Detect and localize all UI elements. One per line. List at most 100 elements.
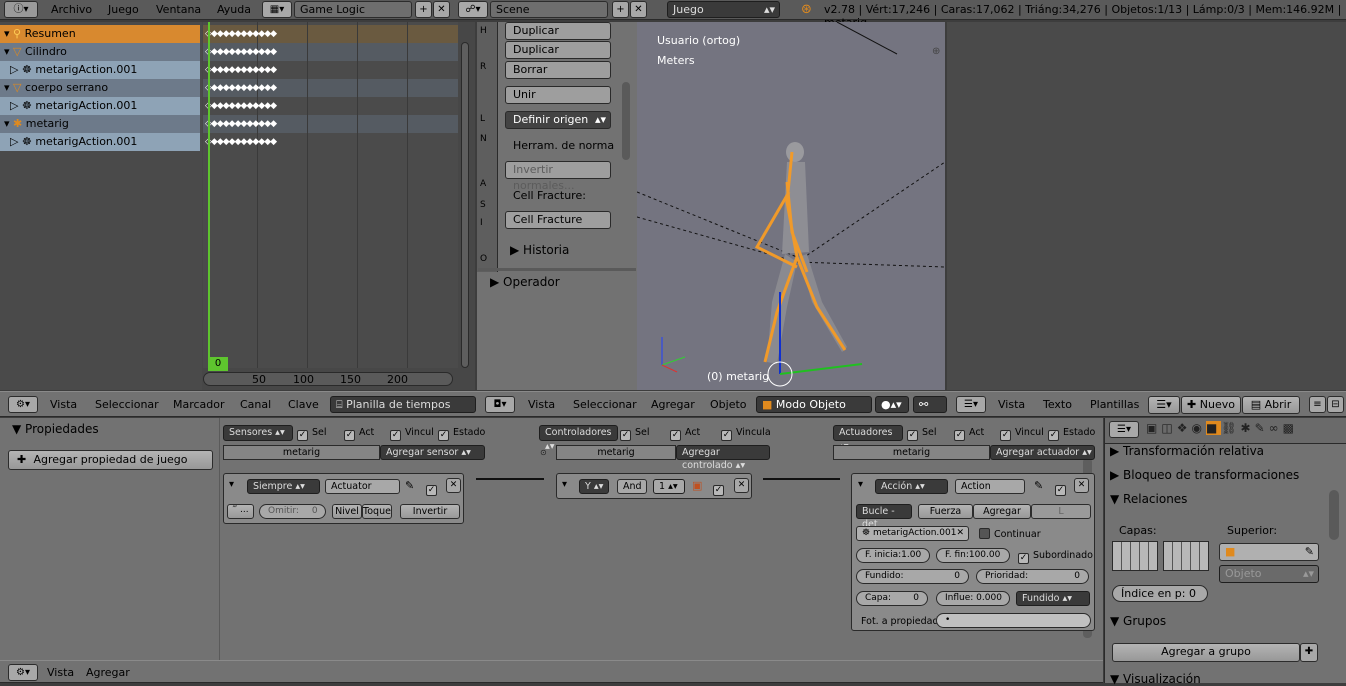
keyframes-row[interactable]: ◇◆◆◆◆◆◆◆◆◆◆◆	[205, 97, 277, 115]
scene-icon[interactable]: ❖	[1177, 421, 1192, 435]
action-field[interactable]: ☸ metarigAction.001 ✕	[856, 526, 969, 541]
menu-ventana[interactable]: Ventana	[156, 3, 201, 16]
sensors-menu[interactable]: Sensores ▴▾	[223, 425, 293, 441]
tool-scrollbar[interactable]	[622, 82, 630, 160]
properties-scrollbar[interactable]	[1329, 490, 1339, 540]
tab-o[interactable]: O	[480, 254, 487, 264]
sensors-vincul-check[interactable]: ✓ Vincul	[390, 427, 434, 441]
keyframes-row[interactable]: ◇◆◆◆◆◆◆◆◆◆◆◆	[205, 115, 277, 133]
menu-agregar[interactable]: Agregar	[651, 398, 695, 411]
menu-agregar[interactable]: Agregar	[86, 666, 130, 679]
add-screen-icon[interactable]: +	[415, 1, 432, 18]
channel-row-coerpo[interactable]: ▾ ▽ coerpo serrano	[0, 79, 200, 97]
end-frame-field[interactable]: F. fin:100.00	[936, 548, 1010, 563]
actuator-active-check[interactable]: ✓	[1055, 480, 1070, 496]
collapse-icon[interactable]: ▾	[858, 479, 863, 490]
new-text-button[interactable]: ✚ Nuevo	[1181, 396, 1241, 414]
add-group-icon[interactable]: ✚	[1300, 643, 1318, 662]
actuator-object-field[interactable]: metarig	[833, 445, 990, 460]
collapse-icon[interactable]: ▾	[562, 479, 567, 490]
channel-row-action[interactable]: ▷ ☸ metarigAction.001	[0, 133, 200, 151]
editor-type-icon[interactable]: ☰▾	[1109, 421, 1139, 438]
menu-seleccionar[interactable]: Seleccionar	[573, 398, 637, 411]
grupos-panel[interactable]: ▼ Grupos	[1110, 614, 1322, 628]
nivel-button[interactable]: Nivel	[332, 504, 362, 519]
engine-select[interactable]: Juego ▴▾	[667, 1, 780, 18]
sensors-estado-check[interactable]: ✓ Estado	[438, 427, 485, 441]
tab-h[interactable]: H	[480, 26, 487, 36]
influence-field[interactable]: Influe: 0.000	[936, 591, 1010, 606]
omitir-field[interactable]: Omitir: 0	[259, 504, 326, 519]
remove-sensor-icon[interactable]: ✕	[446, 478, 461, 493]
layers-icon[interactable]: ◫	[1161, 421, 1176, 435]
l-button[interactable]: L	[1031, 504, 1091, 519]
start-frame-field[interactable]: F. inicia:1.00	[856, 548, 930, 563]
channel-row-action[interactable]: ▷ ☸ metarigAction.001	[0, 61, 200, 79]
menu-canal[interactable]: Canal	[240, 398, 271, 411]
actuators-estado-check[interactable]: ✓ Estado	[1048, 427, 1095, 441]
word-wrap-icon[interactable]: ⊟	[1327, 396, 1344, 413]
playhead-line[interactable]	[208, 22, 210, 368]
menu-marcador[interactable]: Marcador	[173, 398, 225, 411]
scene-name-field[interactable]: Scene	[490, 1, 608, 18]
sensors-act-check[interactable]: ✓ Act	[344, 427, 374, 441]
channel-row-action[interactable]: ▷ ☸ metarigAction.001	[0, 97, 200, 115]
add-sensor-menu[interactable]: Agregar sensor ▴▾	[380, 445, 485, 460]
parent-type-select[interactable]: Objeto ▴▾	[1219, 565, 1319, 583]
menu-ayuda[interactable]: Ayuda	[217, 3, 251, 16]
operador-panel[interactable]: ▶ Operador	[490, 275, 560, 289]
bookmark-icon[interactable]: ▣	[692, 479, 702, 492]
invertir-button[interactable]: Invertir	[400, 504, 460, 519]
visualizacion-panel[interactable]: ▼ Visualización	[1110, 672, 1322, 686]
propiedades-panel[interactable]: ▼ Propiedades	[12, 422, 99, 436]
add-game-property-button[interactable]: ✚ Agregar propiedad de juego	[8, 450, 213, 470]
add-to-group-button[interactable]: Agregar a grupo	[1112, 643, 1300, 662]
controller-active-check[interactable]: ✓	[713, 480, 728, 496]
tab-a[interactable]: A	[480, 179, 486, 189]
mode-select[interactable]: ■ Modo Objeto	[756, 396, 872, 413]
line-numbers-icon[interactable]: ≡	[1309, 396, 1326, 413]
constraints-icon[interactable]: ⛓	[1221, 421, 1240, 435]
add-controller-menu[interactable]: Agregar controlado ▴▾	[676, 445, 770, 471]
render-icon[interactable]: ▣	[1146, 421, 1161, 435]
layer-grid[interactable]	[1163, 541, 1209, 571]
actuators-vincul-check[interactable]: ✓ Vincul	[1000, 427, 1044, 441]
shading-select[interactable]: ●▴▾	[875, 396, 909, 413]
vertical-scrollbar[interactable]	[461, 42, 469, 368]
unir-button[interactable]: Unir	[505, 86, 611, 104]
timeline-ruler[interactable]: 50 100 150 200	[203, 372, 453, 386]
controller-priority-field[interactable]: 1 ▴▾	[653, 479, 685, 494]
actuators-sel-check[interactable]: ✓ Sel	[907, 427, 937, 441]
collapse-icon[interactable]: ▾	[229, 479, 234, 490]
state-icon[interactable]: ⊙	[540, 448, 547, 457]
duplicar-vinculado-button[interactable]: Duplicar vinculado	[505, 41, 611, 72]
controllers-sel-check[interactable]: ✓ Sel	[620, 427, 650, 441]
layer-field[interactable]: Capa: 0	[856, 591, 928, 606]
actuator-name-field[interactable]: Action	[955, 479, 1025, 494]
open-text-button[interactable]: ▤ Abrir	[1242, 396, 1300, 414]
controllers-vincula-check[interactable]: ✓ Vincula	[721, 427, 771, 441]
3d-viewport[interactable]: Usuario (ortog) Meters (0) metarig ⊕	[637, 22, 945, 390]
keyframes-row[interactable]: ◇◆◆◆◆◆◆◆◆◆◆◆	[205, 79, 277, 97]
relaciones-panel[interactable]: ▼ Relaciones	[1110, 492, 1322, 506]
historia-panel[interactable]: ▶ Historia	[510, 243, 569, 257]
editor-type-icon[interactable]: ⚙▾	[8, 396, 38, 413]
keyframe-area[interactable]: ◇◆◆◆◆◆◆◆◆◆◆◆ ◇◆◆◆◆◆◆◆◆◆◆◆ ◇◆◆◆◆◆◆◆◆◆◆◆ ◇…	[203, 22, 458, 371]
controller-object-field[interactable]: metarig	[556, 445, 676, 460]
controller-name-field[interactable]: And	[617, 479, 647, 494]
physics-icon[interactable]: ∞	[1269, 421, 1283, 435]
region-toggle-icon[interactable]: ⊕	[932, 46, 940, 57]
clear-icon[interactable]: ✕	[956, 527, 964, 540]
menu-clave[interactable]: Clave	[288, 398, 319, 411]
texture-icon[interactable]: ▩	[1283, 421, 1298, 435]
scene-icon[interactable]: ☍▾	[458, 1, 488, 18]
play-mode-select[interactable]: Bucle - det	[856, 504, 912, 530]
actuators-menu[interactable]: Actuadores ▴▾	[833, 425, 903, 452]
sensor-name-field[interactable]: Actuator	[325, 479, 400, 494]
frame-property-field[interactable]: •	[936, 613, 1091, 628]
duplicar-button[interactable]: Duplicar	[505, 22, 611, 40]
actuator-type-select[interactable]: Acción ▴▾	[875, 479, 948, 494]
sensor-type-select[interactable]: Siempre ▴▾	[247, 479, 320, 494]
controller-type-select[interactable]: Y ▴▾	[579, 479, 609, 494]
menu-vista[interactable]: Vista	[47, 666, 74, 679]
